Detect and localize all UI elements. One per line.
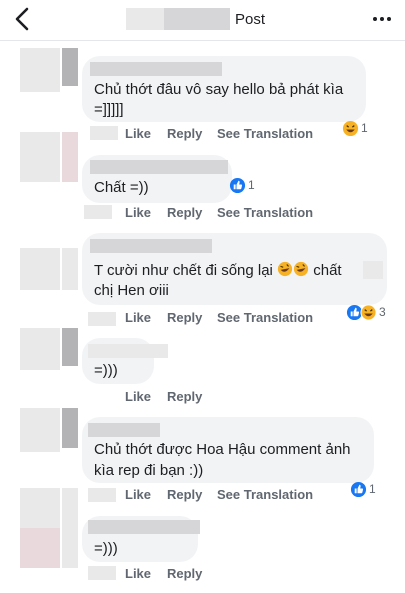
- censored-name: [363, 261, 383, 279]
- like-button[interactable]: Like: [125, 487, 151, 502]
- reply-button[interactable]: Reply: [167, 126, 202, 141]
- see-translation-button[interactable]: See Translation: [217, 310, 313, 325]
- see-translation-button[interactable]: See Translation: [217, 126, 313, 141]
- like-reaction-icon: [229, 177, 246, 193]
- censored-timestamp: [88, 488, 116, 502]
- more-horizontal-icon[interactable]: [372, 14, 392, 24]
- avatar[interactable]: [20, 408, 78, 452]
- like-button[interactable]: Like: [125, 126, 151, 141]
- comment-text: =))): [94, 540, 118, 557]
- rofl-emoji-icon: [277, 261, 293, 277]
- like-button[interactable]: Like: [125, 205, 151, 220]
- comment-bubble: =))): [82, 338, 168, 384]
- like-button[interactable]: Like: [125, 389, 151, 404]
- reaction-summary[interactable]: 1: [350, 480, 376, 498]
- avatar[interactable]: [20, 328, 78, 370]
- censored-name: [88, 423, 160, 437]
- comment-bubble: Chủ thớt được Hoa Hậu comment ảnh kìa re…: [82, 417, 374, 483]
- comment-text: T cười như chết đi sống lại chất: [94, 261, 342, 279]
- reply-button[interactable]: Reply: [167, 566, 202, 581]
- see-translation-button[interactable]: See Translation: [217, 487, 313, 502]
- comment-bubble: =))): [82, 516, 200, 562]
- comment-text: chị Hen ơiii: [94, 282, 169, 299]
- reply-button[interactable]: Reply: [167, 310, 202, 325]
- censored-timestamp: [84, 205, 112, 219]
- see-translation-button[interactable]: See Translation: [217, 205, 313, 220]
- rofl-emoji-icon: [293, 261, 309, 277]
- reaction-summary[interactable]: 1: [342, 119, 368, 137]
- censored-name: [88, 344, 168, 358]
- haha-reaction-icon: [342, 120, 359, 136]
- comment-bubble: Chủ thớt đâu vô say hello bả phát kìa =]…: [82, 56, 366, 122]
- comment-text: Chủ thớt được Hoa Hậu comment ảnh: [94, 441, 351, 458]
- comment-text: kìa rep đi bạn :)): [94, 462, 204, 479]
- comment-text: Chủ thớt đâu vô say hello bả phát kìa: [94, 81, 344, 98]
- top-bar: Post: [0, 0, 405, 41]
- censored-name: [126, 8, 164, 30]
- comment-text: Chất =)): [94, 179, 149, 196]
- like-button[interactable]: Like: [125, 566, 151, 581]
- censored-timestamp: [90, 126, 118, 140]
- reply-button[interactable]: Reply: [167, 487, 202, 502]
- reaction-count: 1: [248, 178, 255, 192]
- reaction-count: 1: [361, 121, 368, 135]
- censored-name: [88, 520, 200, 534]
- censored-name: [90, 239, 212, 253]
- page-title: Post: [235, 11, 266, 28]
- avatar[interactable]: [20, 132, 78, 182]
- avatar[interactable]: [20, 48, 78, 92]
- comment-text: =))): [94, 362, 118, 379]
- like-button[interactable]: Like: [125, 310, 151, 325]
- comment-text: =]]]]]: [94, 101, 124, 118]
- avatar[interactable]: [20, 248, 78, 290]
- reply-button[interactable]: Reply: [167, 389, 202, 404]
- reaction-summary[interactable]: 3: [346, 303, 386, 321]
- censored-name: [90, 62, 222, 76]
- comment-bubble: T cười như chết đi sống lại chất chị Hen…: [82, 233, 387, 305]
- censored-timestamp: [88, 566, 116, 580]
- reaction-summary[interactable]: 1: [229, 176, 255, 194]
- chevron-left-icon[interactable]: [10, 6, 36, 32]
- avatar[interactable]: [20, 488, 78, 588]
- reaction-count: 3: [379, 305, 386, 319]
- censored-name: [90, 160, 228, 174]
- reaction-count: 1: [369, 482, 376, 496]
- haha-reaction-icon: [360, 303, 377, 321]
- censored-timestamp: [88, 312, 116, 326]
- reply-button[interactable]: Reply: [167, 205, 202, 220]
- like-reaction-icon: [350, 481, 367, 497]
- comment-bubble: Chất =)): [82, 155, 232, 203]
- censored-name: [164, 8, 230, 30]
